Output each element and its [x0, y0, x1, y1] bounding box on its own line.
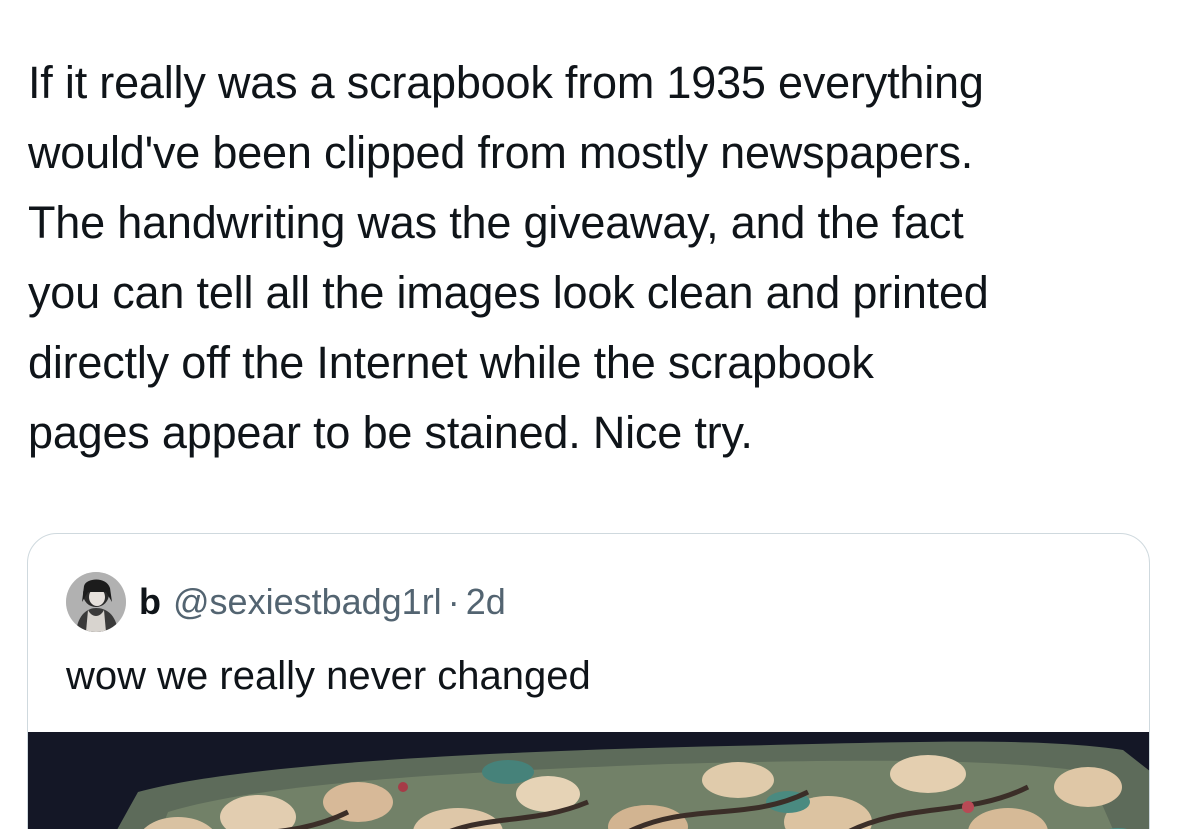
quoted-tweet-timestamp[interactable]: 2d — [466, 581, 506, 623]
separator-dot: · — [447, 581, 460, 622]
quoted-tweet-text: wow we really never changed — [66, 654, 591, 698]
tweet-text: If it really was a scrapbook from 1935 e… — [28, 57, 989, 458]
user-avatar-icon[interactable] — [66, 572, 126, 632]
quoted-tweet-display-name[interactable]: b — [139, 581, 161, 623]
scrapbook-photo-image[interactable] — [28, 732, 1149, 829]
quoted-tweet-header: b @sexiestbadg1rl · 2d — [66, 572, 506, 632]
quoted-tweet-handle[interactable]: @sexiestbadg1rl — [173, 581, 442, 623]
quoted-tweet-card[interactable]: b @sexiestbadg1rl · 2d wow we really nev… — [27, 533, 1150, 829]
